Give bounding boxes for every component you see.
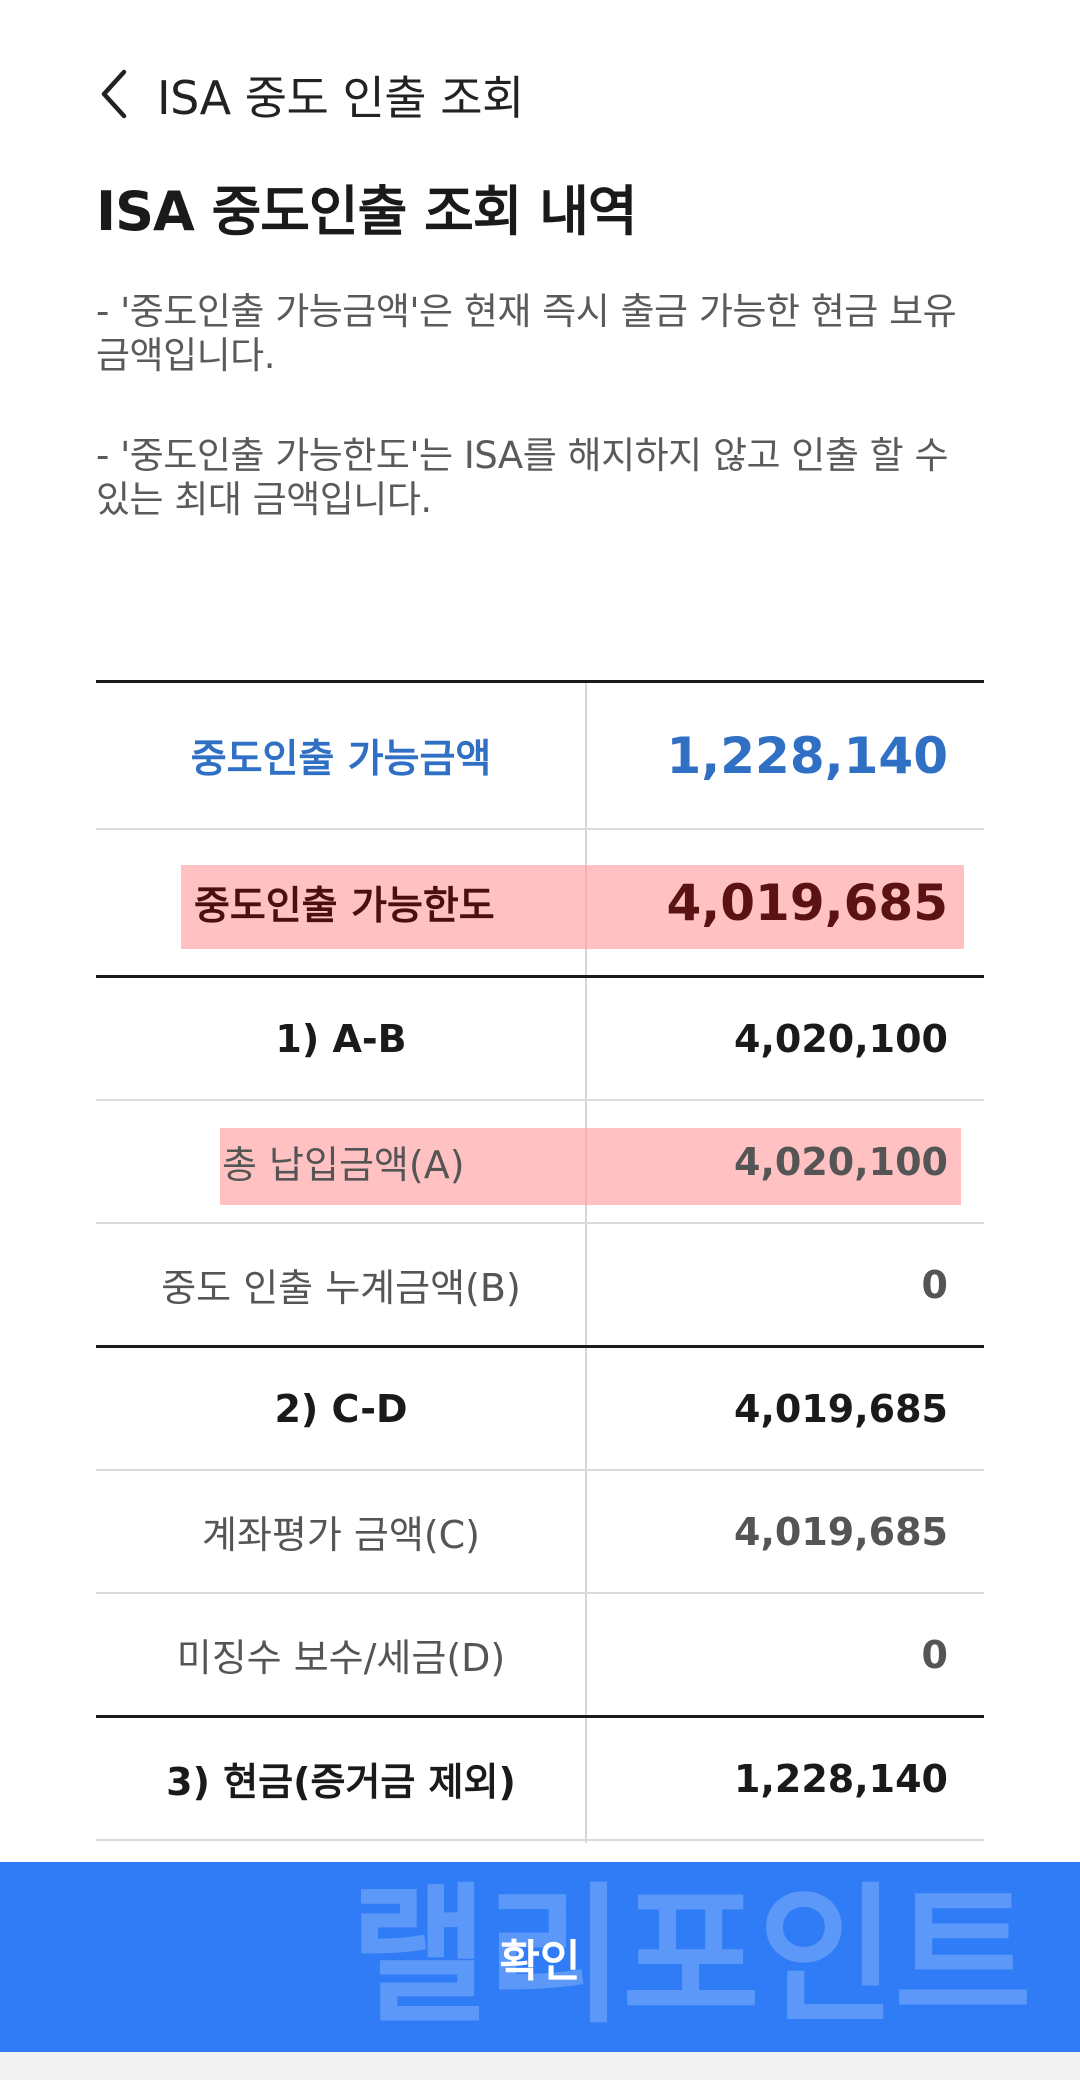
account-valuation-label: 계좌평가 금액(C)	[201, 1513, 481, 1557]
available-limit-value: 4,019,685	[666, 873, 948, 932]
available-amount-value: 1,228,140	[666, 726, 948, 785]
bottom-system-bar	[0, 2052, 1080, 2080]
table-row-account-valuation: 계좌평가 금액(C) 4,019,685	[96, 1471, 984, 1594]
table-row-total-deposit: 총 납입금액(A) 4,020,100	[96, 1101, 984, 1224]
page-title: ISA 중도인출 조회 내역	[96, 180, 638, 243]
uncollected-fees-value: 0	[921, 1632, 948, 1677]
a-minus-b-value: 4,020,100	[734, 1016, 948, 1061]
back-button[interactable]	[84, 60, 144, 132]
c-minus-d-label: 2) C-D	[274, 1386, 408, 1431]
chevron-left-icon	[96, 68, 132, 124]
confirm-button-label: 확인	[499, 1936, 581, 1987]
description-available-amount: - '중도인출 가능금액'은 현재 즉시 출금 가능한 현금 보유 금액입니다.	[96, 290, 957, 377]
watermark-logo: 랠리포인트	[350, 1870, 1032, 2044]
table-row-available-limit: 중도인출 가능한도 4,019,685	[96, 830, 984, 978]
table-row-c-minus-d: 2) C-D 4,019,685	[96, 1348, 984, 1471]
cash-value: 1,228,140	[734, 1756, 948, 1801]
c-minus-d-value: 4,019,685	[734, 1386, 948, 1431]
total-deposit-label: 총 납입금액(A)	[222, 1143, 465, 1187]
uncollected-fees-label: 미징수 보수/세금(D)	[176, 1636, 506, 1680]
cumulative-withdrawal-label: 중도 인출 누계금액(B)	[161, 1266, 521, 1310]
table-row-uncollected-fees: 미징수 보수/세금(D) 0	[96, 1594, 984, 1718]
withdrawal-table: 중도인출 가능금액 1,228,140 중도인출 가능한도 4,019,685 …	[96, 680, 984, 1843]
a-minus-b-label: 1) A-B	[275, 1016, 407, 1061]
app-header: ISA 중도 인출 조회	[0, 0, 1080, 190]
cash-label: 3) 현금(증거금 제외)	[166, 1760, 516, 1804]
table-row-cumulative-withdrawal: 중도 인출 누계금액(B) 0	[96, 1224, 984, 1348]
table-row-available-amount: 중도인출 가능금액 1,228,140	[96, 683, 984, 830]
description-available-limit: - '중도인출 가능한도'는 ISA를 해지하지 않고 인출 할 수 있는 최대…	[96, 434, 948, 521]
header-title: ISA 중도 인출 조회	[157, 71, 524, 125]
account-valuation-value: 4,019,685	[734, 1509, 948, 1554]
table-row-cash: 3) 현금(증거금 제외) 1,228,140	[96, 1718, 984, 1841]
table-row-a-minus-b: 1) A-B 4,020,100	[96, 978, 984, 1101]
confirm-button[interactable]: 랠리포인트 확인	[0, 1862, 1080, 2052]
total-deposit-value: 4,020,100	[734, 1139, 948, 1184]
available-amount-label: 중도인출 가능금액	[190, 736, 492, 782]
cumulative-withdrawal-value: 0	[921, 1262, 948, 1307]
available-limit-label: 중도인출 가능한도	[194, 883, 495, 929]
